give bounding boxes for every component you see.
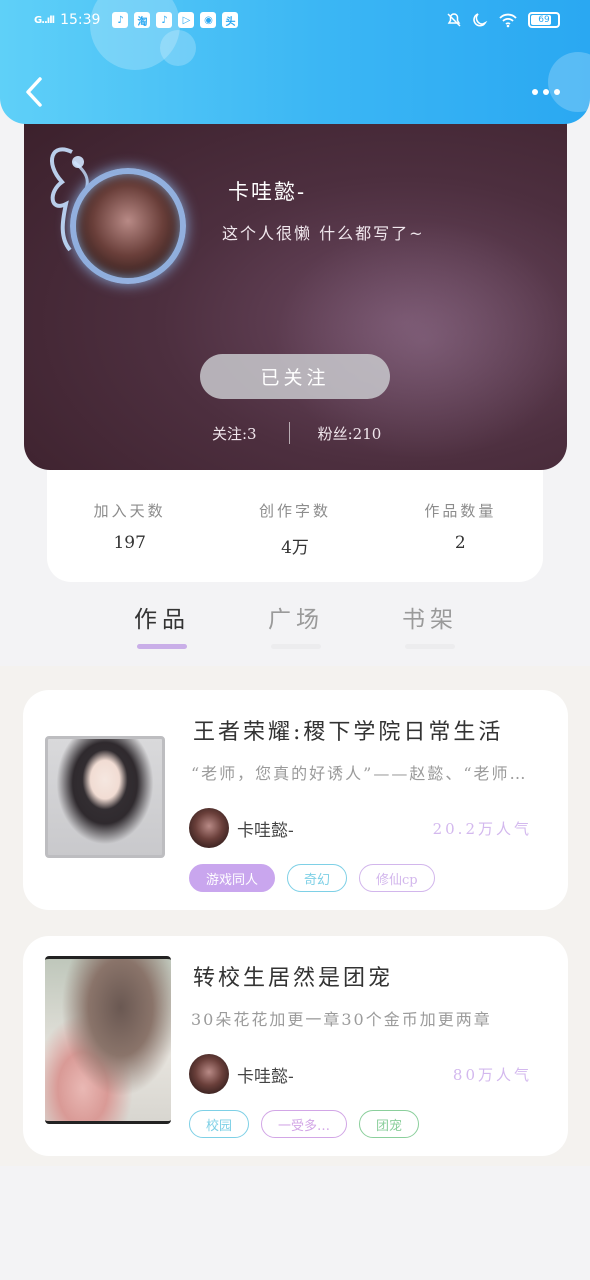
stat-label: 创作字数 (258, 502, 331, 520)
author-avatar[interactable] (189, 1054, 229, 1094)
profile-avatar[interactable] (70, 168, 186, 284)
stat-value: 4万 (281, 538, 309, 558)
work-tags: 游戏同人 奇幻 修仙cp (189, 864, 435, 892)
tab-bookshelf[interactable]: 书架 (390, 600, 470, 649)
stat-value: 2 (454, 533, 466, 553)
work-popularity: 80万人气 (452, 1066, 532, 1084)
status-bar: G..ıll 15:39 ♪ 淘 ♪ ▷ ◉ 头 69 (0, 8, 590, 38)
work-title[interactable]: 王者荣耀:稷下学院日常生活 (193, 714, 503, 746)
top-header: G..ıll 15:39 ♪ 淘 ♪ ▷ ◉ 头 69 (0, 0, 590, 124)
browser-app-icon: ◉ (200, 12, 217, 28)
stat-join-days: 加入天数 197 (47, 500, 212, 582)
tab-indicator (405, 644, 455, 649)
work-description: 30朵花花加更一章30个金币加更两章 (191, 1010, 492, 1029)
author-avatar[interactable] (189, 808, 229, 848)
tag[interactable]: 校园 (189, 1110, 250, 1138)
follow-counts: 关注:3 粉丝:210 (212, 422, 381, 444)
work-card[interactable]: 王者荣耀:稷下学院日常生活 “老师，您真的好诱人”——赵懿、“老师，您真的好诱人… (23, 690, 568, 910)
profile-bio: 这个人很懒 什么都写了~ (222, 224, 425, 243)
stat-label: 加入天数 (93, 502, 166, 520)
stat-label: 作品数量 (424, 502, 497, 520)
tab-indicator (271, 644, 321, 649)
wifi-icon (499, 13, 517, 28)
tab-square[interactable]: 广场 (256, 600, 336, 649)
work-card[interactable]: 转校生居然是团宠 30朵花花加更一章30个金币加更两章 卡哇懿- 80万人气 校… (23, 936, 568, 1156)
mute-icon (447, 13, 461, 27)
fans-count[interactable]: 粉丝:210 (318, 423, 382, 444)
tab-indicator (137, 644, 187, 649)
tab-label: 作品 (134, 607, 190, 633)
tab-bar: 作品 广场 书架 (0, 600, 590, 660)
work-description: “老师，您真的好诱人”——赵懿、“老师，您真的好诱人” (191, 764, 536, 783)
chevron-left-icon (26, 77, 42, 107)
work-title[interactable]: 转校生居然是团宠 (193, 960, 393, 992)
profile-username: 卡哇懿- (228, 180, 307, 204)
more-dots-icon (543, 89, 549, 95)
follow-button[interactable]: 已关注 (200, 354, 390, 399)
taobao-app-icon: 淘 (134, 12, 151, 28)
more-button[interactable] (526, 78, 566, 106)
more-dots-icon (532, 89, 538, 95)
work-cover[interactable] (45, 956, 171, 1124)
tab-works[interactable]: 作品 (122, 600, 202, 649)
work-popularity: 20.2万人气 (432, 820, 532, 838)
work-tags: 校园 一受多… 团宠 (189, 1110, 420, 1138)
battery-indicator: 69 (528, 12, 560, 28)
tag[interactable]: 奇幻 (287, 864, 348, 892)
back-button[interactable] (16, 72, 52, 112)
stat-word-count: 创作字数 4万 (212, 500, 377, 582)
stat-works-count: 作品数量 2 (378, 500, 543, 582)
battery-level: 69 (538, 15, 550, 25)
profile-card: 卡哇懿- 这个人很懒 什么都写了~ 已关注 关注:3 粉丝:210 (24, 100, 567, 470)
work-cover[interactable] (45, 736, 165, 858)
tag[interactable]: 一受多… (261, 1110, 348, 1138)
author-name[interactable]: 卡哇懿- (237, 1062, 294, 1087)
moon-icon (473, 13, 488, 27)
tiktok-lite-app-icon: ♪ (156, 12, 173, 28)
tiktok-app-icon: ♪ (112, 12, 129, 28)
stat-value: 197 (113, 533, 146, 553)
tag[interactable]: 修仙cp (359, 864, 435, 892)
more-dots-icon (554, 89, 560, 95)
tag[interactable]: 团宠 (359, 1110, 420, 1138)
tab-label: 广场 (268, 607, 324, 633)
following-count[interactable]: 关注:3 (212, 423, 257, 444)
status-time: 15:39 (60, 12, 101, 28)
tag[interactable]: 游戏同人 (189, 864, 276, 892)
author-name[interactable]: 卡哇懿- (237, 816, 294, 841)
toutiao-app-icon: 头 (222, 12, 239, 28)
signal-indicator: G..ıll (34, 14, 55, 26)
tab-label: 书架 (402, 607, 458, 633)
divider (288, 422, 290, 444)
video-app-icon: ▷ (178, 12, 195, 28)
works-list: 王者荣耀:稷下学院日常生活 “老师，您真的好诱人”——赵懿、“老师，您真的好诱人… (0, 666, 590, 1166)
